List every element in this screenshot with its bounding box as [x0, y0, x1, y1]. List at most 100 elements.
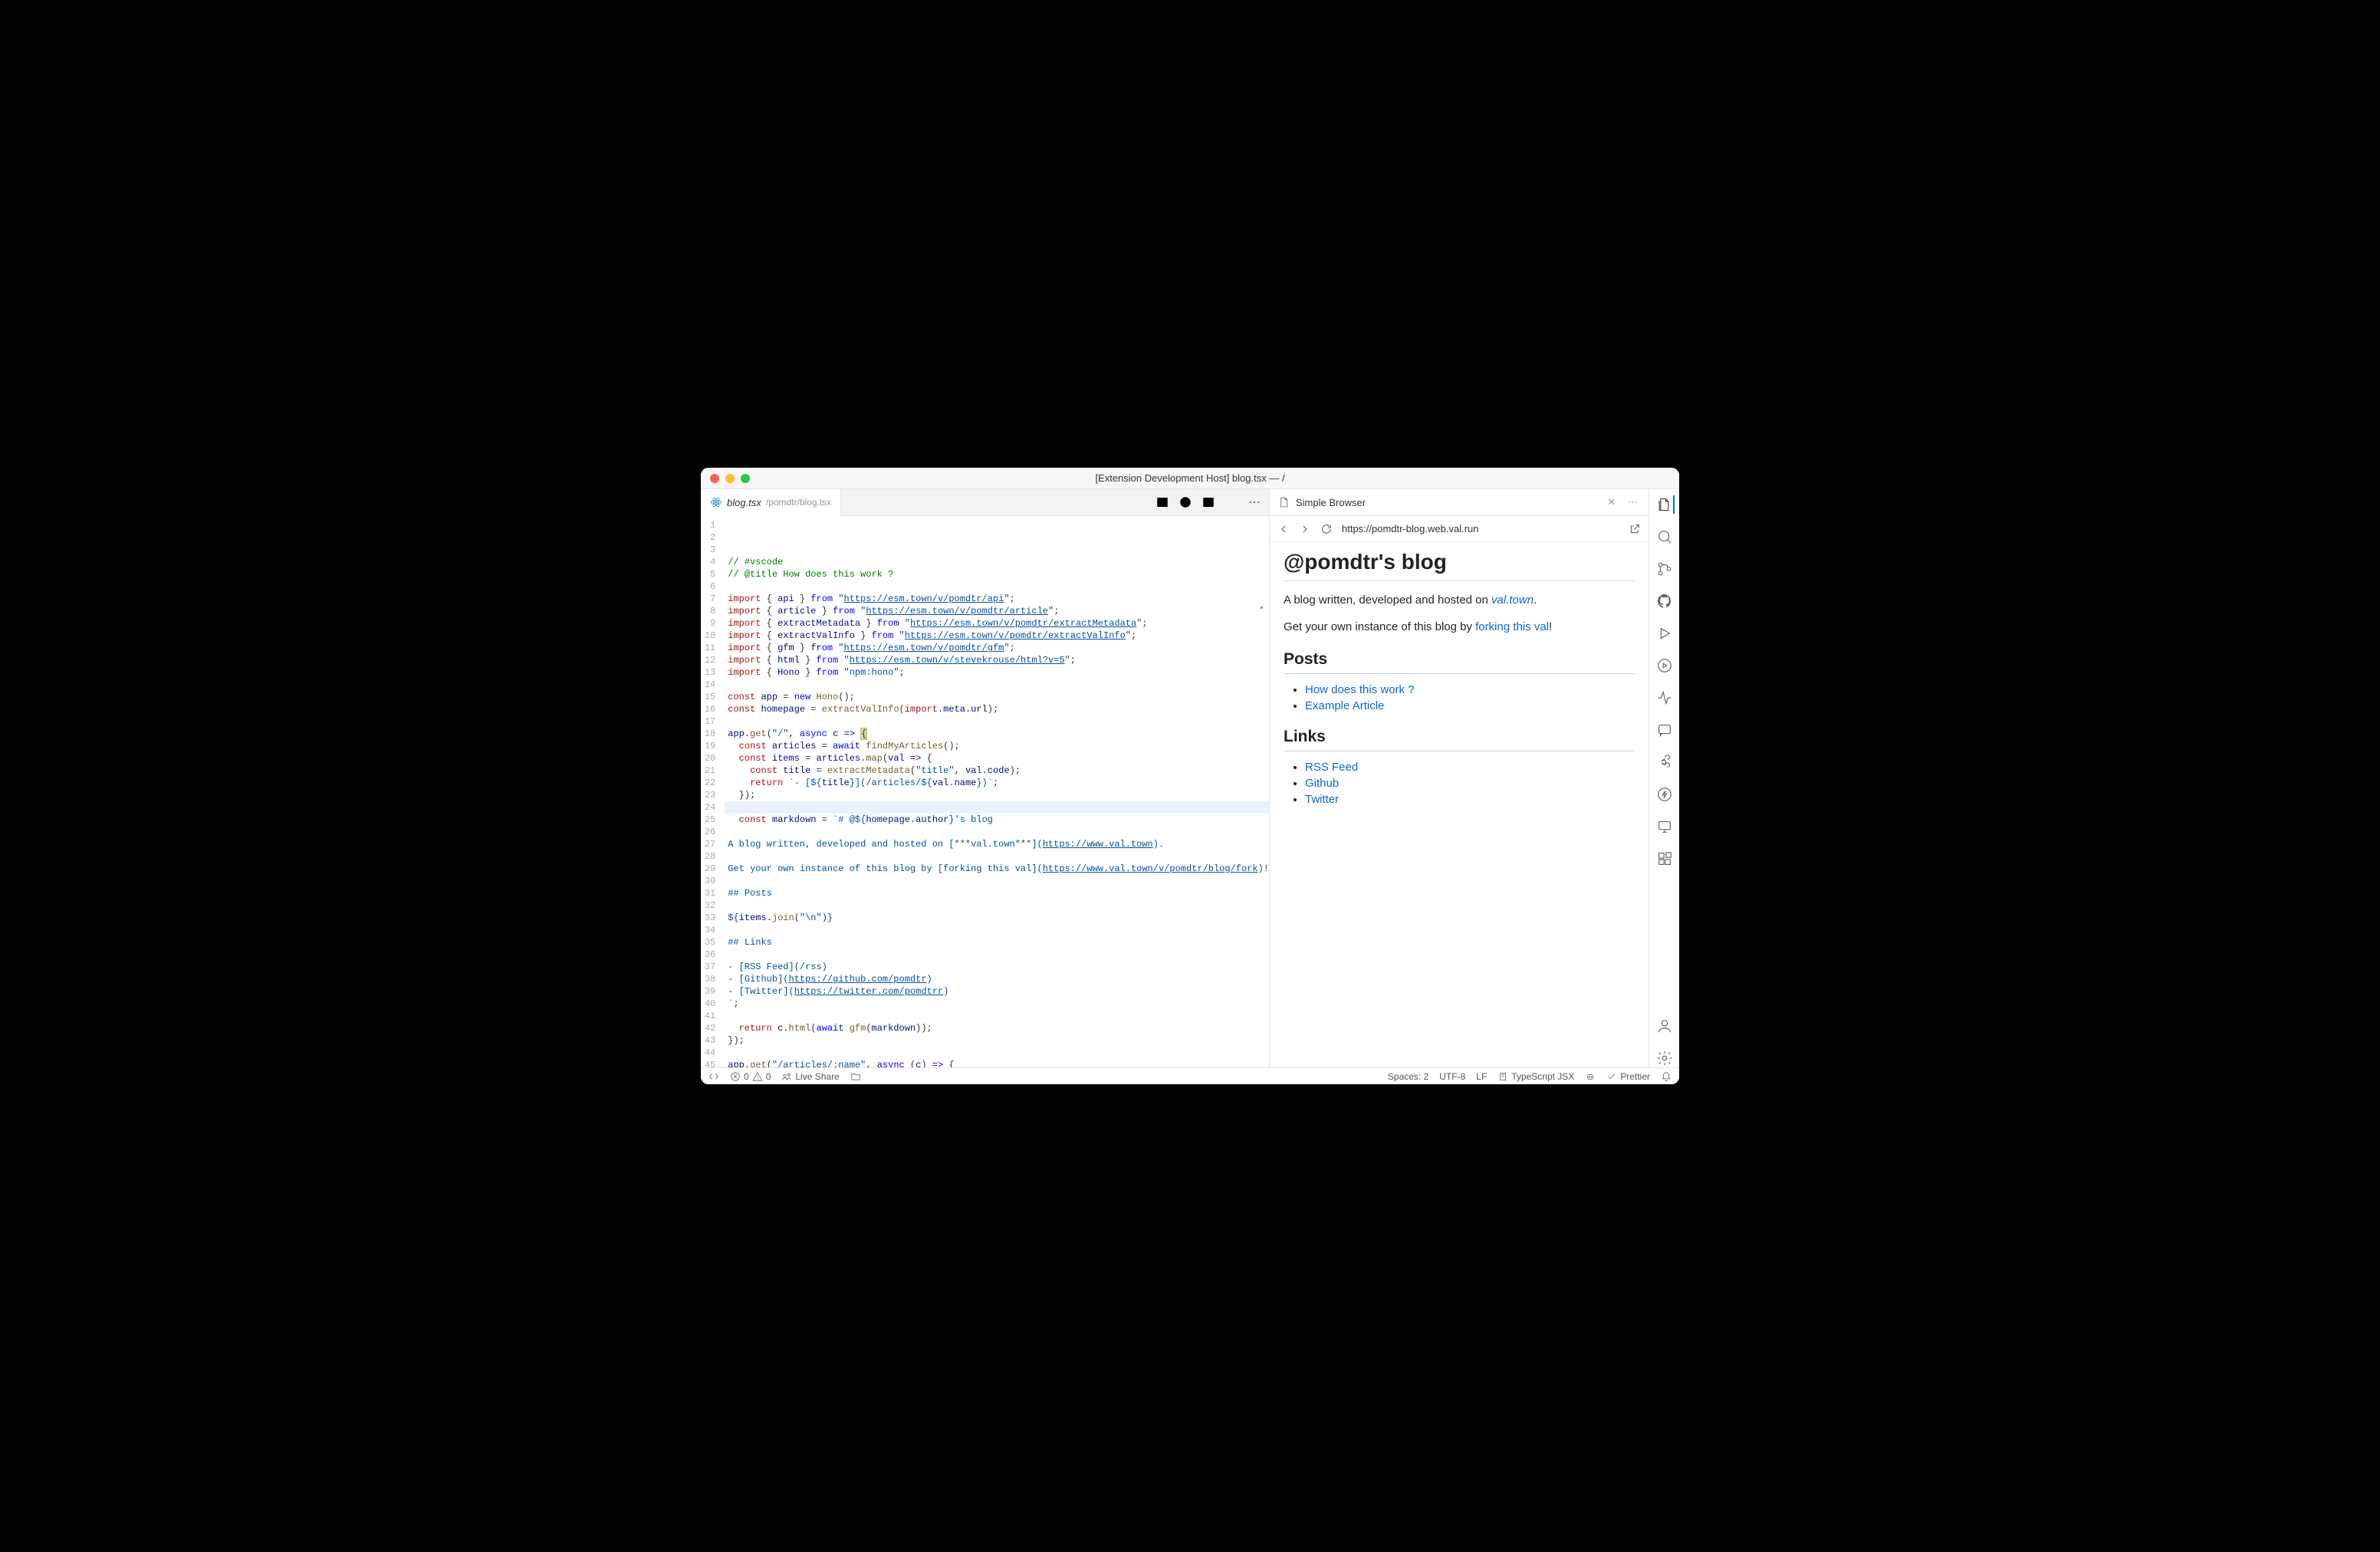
spaces-indicator[interactable]: Spaces: 2 [1388, 1071, 1428, 1082]
code-line[interactable] [725, 826, 1269, 838]
external-link[interactable]: Twitter [1305, 793, 1339, 806]
back-icon[interactable] [1277, 523, 1290, 535]
rendered-page[interactable]: @pomdtr's blog A blog written, developed… [1270, 542, 1649, 1067]
browser-more-icon[interactable]: ⋯ [1625, 496, 1641, 508]
eol-indicator[interactable]: LF [1476, 1071, 1487, 1082]
code-line[interactable]: import { api } from "https://esm.town/v/… [725, 593, 1269, 605]
post-link[interactable]: How does this work ? [1305, 683, 1415, 696]
valtown-link[interactable]: val.town [1491, 594, 1534, 607]
code-line[interactable]: const articles = await findMyArticles(); [725, 740, 1269, 752]
close-window-button[interactable] [710, 474, 719, 483]
post-link[interactable]: Example Article [1305, 699, 1384, 712]
code-line[interactable]: import { gfm } from "https://esm.town/v/… [725, 642, 1269, 654]
share-icon[interactable] [1655, 753, 1674, 771]
code-line[interactable] [725, 1010, 1269, 1022]
settings-gear-icon[interactable] [1655, 1049, 1674, 1067]
code-line[interactable]: const homepage = extractValInfo(import.m… [725, 703, 1269, 715]
maximize-window-button[interactable] [741, 474, 750, 483]
globe-icon[interactable] [1178, 495, 1192, 509]
code-line[interactable]: import { extractMetadata } from "https:/… [725, 617, 1269, 630]
code-line[interactable]: return c.html(await gfm(markdown)); [725, 1022, 1269, 1034]
code-line[interactable] [725, 850, 1269, 863]
live-share-indicator[interactable]: Live Share [781, 1071, 839, 1082]
close-tab-icon[interactable] [1225, 495, 1238, 509]
pulse-icon[interactable] [1655, 689, 1674, 707]
code-line[interactable]: - [RSS Feed](/rss) [725, 961, 1269, 973]
code-line[interactable]: // @title How does this work ? [725, 568, 1269, 580]
minimize-window-button[interactable] [725, 474, 735, 483]
code-line[interactable]: ${items.join("\n")} [725, 912, 1269, 924]
language-indicator[interactable]: TypeScript JSX [1497, 1071, 1574, 1082]
prettier-indicator[interactable]: Prettier [1606, 1071, 1650, 1082]
code-line[interactable]: A blog written, developed and hosted on … [725, 838, 1269, 850]
more-actions-icon[interactable] [1248, 495, 1261, 509]
extensions-icon[interactable] [1655, 850, 1674, 868]
code-line[interactable]: import { article } from "https://esm.tow… [725, 605, 1269, 617]
bolt-circle-icon[interactable] [1655, 785, 1674, 804]
code-line[interactable]: import { Hono } from "npm:hono"; [725, 666, 1269, 679]
page-second: Get your own instance of this blog by fo… [1284, 619, 1635, 635]
code-line[interactable] [725, 899, 1269, 912]
code-line[interactable] [725, 679, 1269, 691]
code-line[interactable]: ## Links [725, 936, 1269, 949]
external-link[interactable]: RSS Feed [1305, 761, 1358, 774]
code-editor[interactable]: 1234567891011121314151617181920212223242… [701, 516, 1269, 1067]
code-area[interactable]: ▸ // #vscode// @title How does this work… [725, 516, 1269, 1067]
remote-indicator[interactable] [708, 1071, 719, 1082]
editor-tab-blog[interactable]: blog.tsx /pomdtr/blog.tsx [701, 489, 841, 516]
forward-icon[interactable] [1299, 523, 1311, 535]
code-line[interactable] [725, 580, 1269, 593]
encoding-indicator[interactable]: UTF-8 [1439, 1071, 1465, 1082]
fork-link[interactable]: forking this val [1475, 620, 1549, 633]
url-bar: https://pomdtr-blog.web.val.run [1270, 516, 1649, 542]
github-icon[interactable] [1655, 592, 1674, 610]
code-line[interactable]: - [Github](https://github.com/pomdtr) [725, 973, 1269, 985]
code-line[interactable] [725, 715, 1269, 728]
code-line[interactable]: const markdown = `# @${homepage.author}'… [725, 814, 1269, 826]
code-line[interactable]: return `- [${title}](/articles/${val.nam… [725, 777, 1269, 789]
code-line[interactable]: import { html } from "https://esm.town/v… [725, 654, 1269, 666]
explorer-icon[interactable] [1656, 495, 1675, 514]
code-line[interactable]: const app = new Hono(); [725, 691, 1269, 703]
source-control-icon[interactable] [1655, 560, 1674, 578]
code-line[interactable]: }); [725, 789, 1269, 801]
code-line[interactable]: }); [725, 1034, 1269, 1047]
code-line[interactable]: // #vscode [725, 556, 1269, 568]
open-external-icon[interactable] [1629, 523, 1641, 535]
external-link[interactable]: Github [1305, 777, 1339, 790]
code-line[interactable]: ## Posts [725, 887, 1269, 899]
chat-icon[interactable] [1655, 721, 1674, 739]
reload-icon[interactable] [1320, 523, 1333, 535]
code-line[interactable]: Get your own instance of this blog by [f… [725, 863, 1269, 875]
search-sidebar-icon[interactable] [1655, 528, 1674, 546]
code-line[interactable] [725, 949, 1269, 961]
folder-indicator[interactable] [850, 1071, 861, 1082]
code-line[interactable]: `; [725, 998, 1269, 1010]
code-line[interactable] [725, 924, 1269, 936]
code-line[interactable]: app.get("/", async c => { [725, 728, 1269, 740]
account-icon[interactable] [1655, 1017, 1674, 1035]
code-line[interactable]: const title = extractMetadata("title", v… [725, 764, 1269, 777]
code-line[interactable]: app.get("/articles/:name", async (c) => … [725, 1059, 1269, 1067]
split-editor-icon[interactable] [1155, 495, 1169, 509]
code-line[interactable] [725, 801, 1269, 814]
problems-indicator[interactable]: 0 0 [730, 1071, 771, 1082]
title-bar[interactable]: [Extension Development Host] blog.tsx — … [701, 468, 1679, 489]
run-debug-icon[interactable] [1655, 624, 1674, 643]
split-right-icon[interactable] [1202, 495, 1215, 509]
code-line[interactable] [725, 1047, 1269, 1059]
close-browser-tab-icon[interactable]: ✕ [1604, 496, 1619, 508]
code-line[interactable]: const items = articles.map(val => { [725, 752, 1269, 764]
tab-path: /pomdtr/blog.tsx [766, 497, 831, 508]
code-line[interactable] [725, 875, 1269, 887]
copilot-indicator[interactable] [1585, 1071, 1596, 1082]
window-title: [Extension Development Host] blog.tsx — … [701, 472, 1679, 484]
url-text[interactable]: https://pomdtr-blog.web.val.run [1342, 523, 1619, 534]
react-icon [710, 496, 722, 508]
notifications-icon[interactable] [1661, 1071, 1672, 1082]
code-line[interactable]: import { extractValInfo } from "https://… [725, 630, 1269, 642]
code-line[interactable]: - [Twitter](https://twitter.com/pomdtrr) [725, 985, 1269, 998]
run-circle-icon[interactable] [1655, 656, 1674, 675]
remote-desktop-icon[interactable] [1655, 817, 1674, 836]
browser-tab[interactable]: Simple Browser ✕ ⋯ [1270, 489, 1649, 516]
